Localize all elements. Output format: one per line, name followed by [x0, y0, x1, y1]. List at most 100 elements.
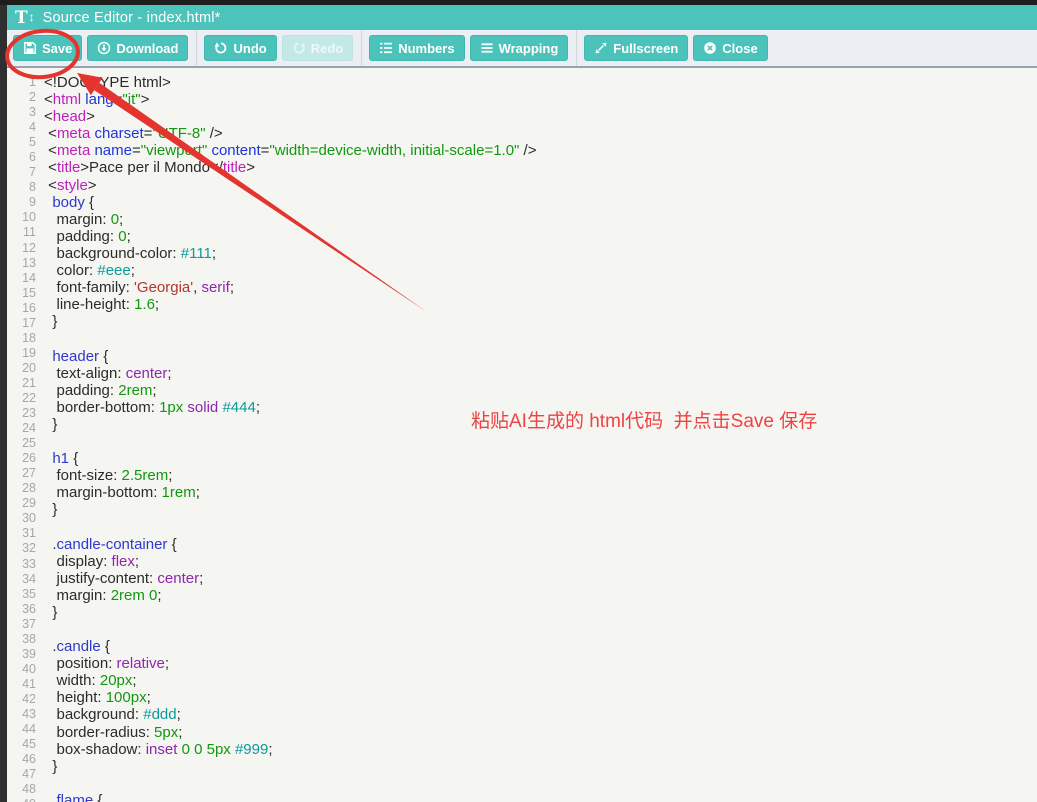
page-left-dark-strip — [0, 5, 7, 802]
line-number: 3 — [7, 105, 36, 120]
line-number: 10 — [7, 210, 36, 225]
close-button[interactable]: Close — [693, 35, 767, 61]
line-number: 37 — [7, 617, 36, 632]
line-number: 44 — [7, 722, 36, 737]
line-number: 28 — [7, 481, 36, 496]
line-number: 30 — [7, 511, 36, 526]
line-number: 49 — [7, 797, 36, 802]
save-button[interactable]: Save — [13, 35, 82, 61]
line-number: 41 — [7, 677, 36, 692]
line-number: 14 — [7, 271, 36, 286]
numbers-icon — [379, 41, 393, 55]
window-title: Source Editor - index.html* — [43, 10, 221, 26]
code-line: h1 { — [44, 450, 537, 467]
code-line: .candle-container { — [44, 536, 537, 553]
redo-icon — [292, 41, 306, 55]
line-number: 46 — [7, 752, 36, 767]
code-line: text-align: center; — [44, 365, 537, 382]
code-line: border-radius: 5px; — [44, 724, 537, 741]
code-line — [44, 433, 537, 450]
save-button-label: Save — [42, 41, 72, 56]
line-number: 5 — [7, 135, 36, 150]
line-number: 34 — [7, 572, 36, 587]
code-line — [44, 621, 537, 638]
line-number: 2 — [7, 90, 36, 105]
code-line: line-height: 1.6; — [44, 296, 537, 313]
wrapping-button[interactable]: Wrapping — [470, 35, 569, 61]
code-line: .flame { — [44, 792, 537, 802]
numbers-button-label: Numbers — [398, 41, 454, 56]
line-number: 29 — [7, 496, 36, 511]
undo-button-label: Undo — [233, 41, 266, 56]
line-number: 6 — [7, 150, 36, 165]
line-number: 38 — [7, 632, 36, 647]
code-line — [44, 775, 537, 792]
line-number: 45 — [7, 737, 36, 752]
line-number: 40 — [7, 662, 36, 677]
line-number: 47 — [7, 767, 36, 782]
line-number: 7 — [7, 165, 36, 180]
line-number: 12 — [7, 241, 36, 256]
code-line: height: 100px; — [44, 689, 537, 706]
line-number: 17 — [7, 316, 36, 331]
code-line: <meta charset="UTF-8" /> — [44, 125, 537, 142]
line-number: 9 — [7, 195, 36, 210]
line-number: 18 — [7, 331, 36, 346]
undo-icon — [214, 41, 228, 55]
code-line: padding: 2rem; — [44, 382, 537, 399]
code-line: width: 20px; — [44, 672, 537, 689]
line-number: 27 — [7, 466, 36, 481]
toolbar-group-separator — [361, 30, 362, 66]
redo-button: Redo — [282, 35, 354, 61]
toolbar-group-separator — [196, 30, 197, 66]
code-line: <html lang="it"> — [44, 91, 537, 108]
line-number: 26 — [7, 451, 36, 466]
code-line: } — [44, 604, 537, 621]
close-button-label: Close — [722, 41, 757, 56]
line-number: 23 — [7, 406, 36, 421]
code-line: border-bottom: 1px solid #444; — [44, 399, 537, 416]
code-line: margin-bottom: 1rem; — [44, 484, 537, 501]
toolbar: Save Download Undo Redo Numbers Wrapping Fulls… — [7, 30, 1037, 68]
line-number: 33 — [7, 557, 36, 572]
code-line: } — [44, 313, 537, 330]
app-logo-arrow-icon: ↕ — [29, 10, 35, 24]
line-number: 36 — [7, 602, 36, 617]
line-number: 39 — [7, 647, 36, 662]
redo-button-label: Redo — [311, 41, 344, 56]
line-number: 22 — [7, 391, 36, 406]
code-line: background: #ddd; — [44, 706, 537, 723]
line-number: 1 — [7, 75, 36, 90]
line-number-gutter: 1234567891011121314151617181920212223242… — [7, 75, 36, 802]
code-line: padding: 0; — [44, 228, 537, 245]
code-line: <meta name="viewport" content="width=dev… — [44, 142, 537, 159]
code-line: position: relative; — [44, 655, 537, 672]
line-number: 42 — [7, 692, 36, 707]
fullscreen-icon — [594, 41, 608, 55]
code-line: } — [44, 416, 537, 433]
code-line: justify-content: center; — [44, 570, 537, 587]
line-number: 8 — [7, 180, 36, 195]
line-number: 48 — [7, 782, 36, 797]
code-line: <style> — [44, 177, 537, 194]
code-line: .candle { — [44, 638, 537, 655]
code-line: font-size: 2.5rem; — [44, 467, 537, 484]
titlebar: T ↕ Source Editor - index.html* — [7, 5, 1037, 30]
code-line: color: #eee; — [44, 262, 537, 279]
code-content[interactable]: <!DOCTYPE html><html lang="it"><head> <m… — [44, 74, 537, 802]
download-button[interactable]: Download — [87, 35, 188, 61]
save-icon — [23, 41, 37, 55]
code-editor[interactable]: 1234567891011121314151617181920212223242… — [7, 68, 1037, 802]
code-line: header { — [44, 348, 537, 365]
fullscreen-button-label: Fullscreen — [613, 41, 678, 56]
line-number: 13 — [7, 256, 36, 271]
numbers-button[interactable]: Numbers — [369, 35, 464, 61]
wrapping-icon — [480, 41, 494, 55]
undo-button[interactable]: Undo — [204, 35, 276, 61]
code-line: margin: 0; — [44, 211, 537, 228]
line-number: 15 — [7, 286, 36, 301]
line-number: 19 — [7, 346, 36, 361]
fullscreen-button[interactable]: Fullscreen — [584, 35, 688, 61]
line-number: 35 — [7, 587, 36, 602]
code-line — [44, 330, 537, 347]
